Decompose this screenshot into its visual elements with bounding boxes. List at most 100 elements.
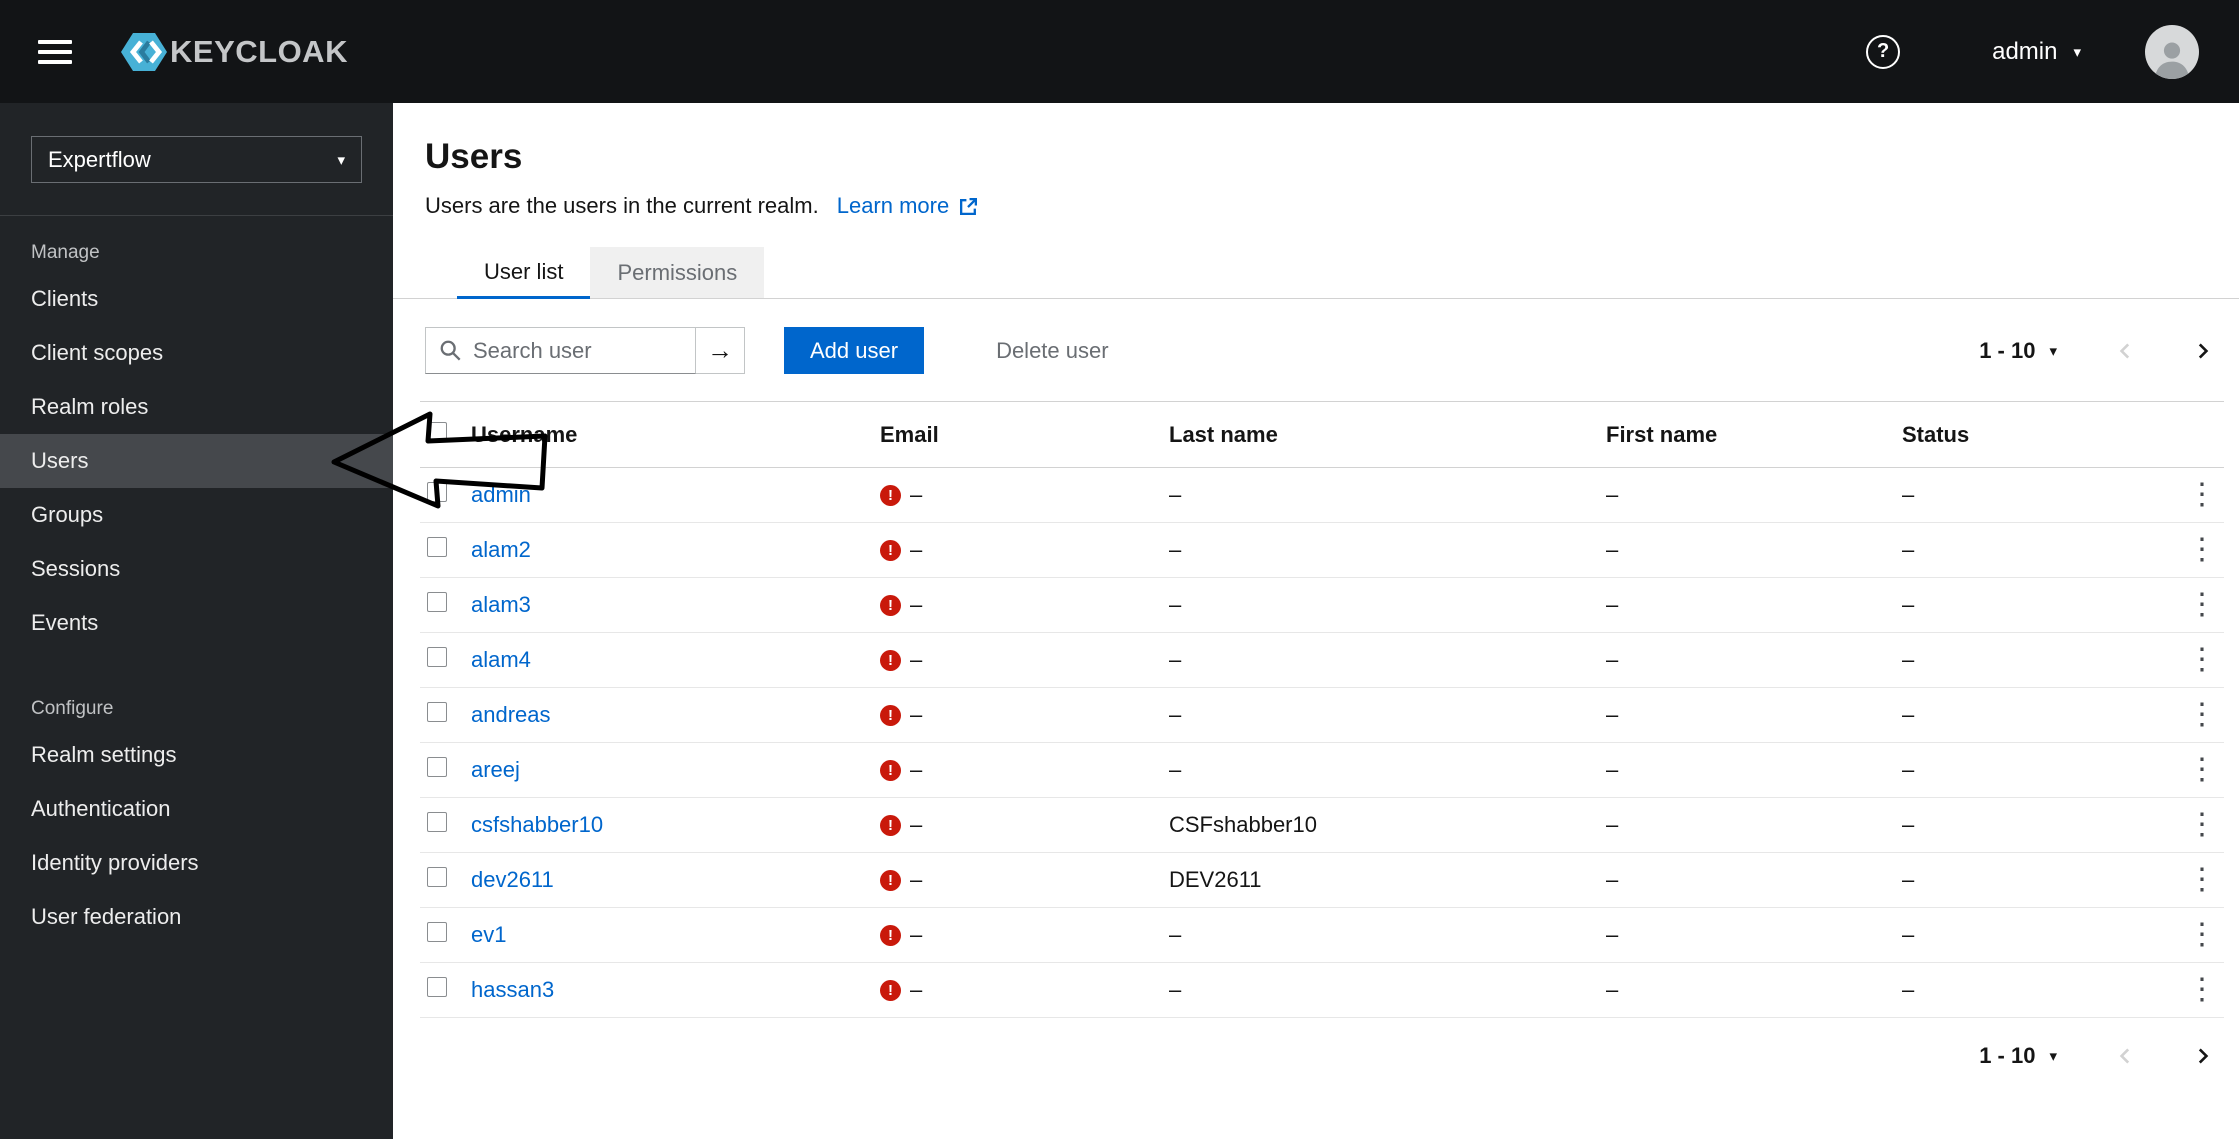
username-link[interactable]: alam2 (471, 537, 531, 562)
last-name-value: – (1169, 977, 1182, 1002)
username-link[interactable]: andreas (471, 702, 551, 727)
user-menu[interactable]: admin ▾ (1992, 38, 2081, 66)
keycloak-logo-icon (121, 32, 167, 71)
kebab-menu-icon[interactable]: ⋮ (2180, 645, 2224, 675)
kebab-menu-icon[interactable]: ⋮ (2180, 590, 2224, 620)
last-name-value: CSFshabber10 (1169, 812, 1317, 837)
sidebar: Expertflow ▾ Manage Clients Client scope… (0, 103, 393, 1139)
status-value: – (1902, 482, 1915, 507)
pagination-caret-icon[interactable]: ▾ (2049, 1047, 2057, 1065)
status-value: – (1902, 592, 1915, 617)
sidebar-item-events[interactable]: Events (0, 596, 393, 650)
last-name-value: – (1169, 922, 1182, 947)
pagination-prev-button[interactable] (2115, 340, 2137, 362)
kebab-menu-icon[interactable]: ⋮ (2180, 920, 2224, 950)
email-value: – (910, 647, 923, 672)
tab-user-list[interactable]: User list (457, 247, 591, 299)
email-value: – (910, 482, 923, 507)
username-link[interactable]: hassan3 (471, 977, 554, 1002)
search-submit-button[interactable]: → (696, 327, 745, 374)
learn-more-link[interactable]: Learn more (837, 193, 980, 219)
warning-icon: ! (880, 594, 901, 616)
pagination-caret-icon[interactable]: ▾ (2049, 342, 2057, 360)
username-link[interactable]: ev1 (471, 922, 506, 947)
row-checkbox[interactable] (427, 867, 447, 887)
delete-user-button[interactable]: Delete user (990, 337, 1115, 365)
chevron-right-icon (2198, 1048, 2209, 1064)
username-link[interactable]: dev2611 (471, 867, 554, 892)
email-value: – (910, 537, 923, 562)
kebab-menu-icon[interactable]: ⋮ (2180, 480, 2224, 510)
avatar[interactable] (2145, 24, 2199, 79)
search-input[interactable] (425, 327, 696, 374)
row-checkbox[interactable] (427, 922, 447, 942)
pagination-next-button[interactable] (2191, 1045, 2213, 1067)
sidebar-item-sessions[interactable]: Sessions (0, 542, 393, 596)
status-value: – (1902, 702, 1915, 727)
external-link-icon (960, 197, 978, 215)
kebab-menu-icon[interactable]: ⋮ (2180, 865, 2224, 895)
warning-icon: ! (880, 869, 901, 891)
sidebar-item-realm-settings[interactable]: Realm settings (0, 728, 393, 782)
kebab-menu-icon[interactable]: ⋮ (2180, 755, 2224, 785)
sidebar-item-clients[interactable]: Clients (0, 272, 393, 326)
first-name-value: – (1606, 592, 1619, 617)
divider (0, 215, 393, 216)
help-icon[interactable]: ? (1866, 34, 1901, 69)
row-checkbox[interactable] (427, 757, 447, 777)
sidebar-item-groups[interactable]: Groups (0, 488, 393, 542)
kebab-menu-icon[interactable]: ⋮ (2180, 810, 2224, 840)
username-link[interactable]: csfshabber10 (471, 812, 603, 837)
last-name-value: – (1169, 537, 1182, 562)
row-checkbox[interactable] (427, 702, 447, 722)
row-checkbox[interactable] (427, 647, 447, 667)
kebab-menu-icon[interactable]: ⋮ (2180, 535, 2224, 565)
last-name-value: – (1169, 592, 1182, 617)
row-checkbox[interactable] (427, 482, 447, 502)
table-row: admin ! – – – – ⋮ (420, 468, 2224, 523)
username-link[interactable]: areej (471, 757, 520, 782)
username-link[interactable]: alam4 (471, 647, 531, 672)
user-name: admin (1992, 37, 2058, 65)
users-table: Username Email Last name First name Stat… (420, 401, 2224, 1018)
realm-selector[interactable]: Expertflow ▾ (31, 136, 362, 183)
first-name-value: – (1606, 537, 1619, 562)
username-link[interactable]: admin (471, 482, 531, 507)
username-link[interactable]: alam3 (471, 592, 531, 617)
chevron-down-icon: ▾ (337, 151, 345, 169)
warning-icon: ! (880, 539, 901, 561)
row-checkbox[interactable] (427, 812, 447, 832)
pagination-prev-button[interactable] (2115, 1045, 2137, 1067)
status-value: – (1902, 812, 1915, 837)
add-user-button[interactable]: Add user (784, 327, 925, 374)
sidebar-item-client-scopes[interactable]: Client scopes (0, 326, 393, 380)
sidebar-item-user-federation[interactable]: User federation (0, 890, 393, 944)
tab-permissions[interactable]: Permissions (590, 247, 765, 299)
sidebar-item-users[interactable]: Users (0, 434, 393, 488)
warning-icon: ! (880, 704, 901, 726)
row-checkbox[interactable] (427, 592, 447, 612)
sidebar-item-realm-roles[interactable]: Realm roles (0, 380, 393, 434)
table-row: hassan3 ! – – – – ⋮ (420, 963, 2224, 1018)
last-name-value: DEV2611 (1169, 867, 1262, 892)
header-email: Email (880, 421, 939, 447)
sidebar-item-authentication[interactable]: Authentication (0, 782, 393, 836)
row-checkbox[interactable] (427, 977, 447, 997)
pagination-range: 1 - 10 (1979, 1043, 2036, 1068)
kebab-menu-icon[interactable]: ⋮ (2180, 975, 2224, 1005)
select-all-checkbox[interactable] (427, 421, 447, 442)
table-row: alam4 ! – – – – ⋮ (420, 633, 2224, 688)
table-row: alam3 ! – – – – ⋮ (420, 578, 2224, 633)
status-value: – (1902, 867, 1915, 892)
hamburger-menu-icon[interactable] (38, 34, 72, 70)
warning-icon: ! (880, 814, 901, 836)
row-checkbox[interactable] (427, 537, 447, 557)
table-row: alam2 ! – – – – ⋮ (420, 523, 2224, 578)
pagination-next-button[interactable] (2191, 340, 2213, 362)
status-value: – (1902, 647, 1915, 672)
kebab-menu-icon[interactable]: ⋮ (2180, 700, 2224, 730)
status-value: – (1902, 757, 1915, 782)
search-icon (440, 340, 461, 361)
sidebar-item-identity-providers[interactable]: Identity providers (0, 836, 393, 890)
learn-more-label: Learn more (836, 193, 950, 218)
